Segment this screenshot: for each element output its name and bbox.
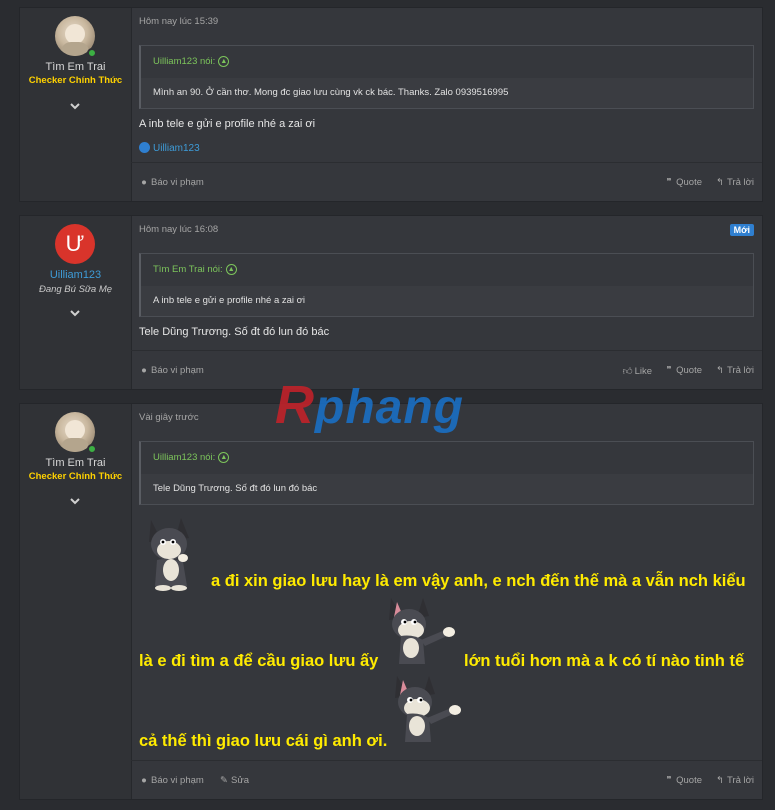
like-reaction-icon [139, 142, 150, 153]
post-main: Hôm nay lúc 16:08 Mới Tìm Em Trai nói: ▲ … [131, 216, 762, 389]
quote-author[interactable]: Uilliam123 nói: ▲ [141, 442, 753, 474]
report-button[interactable]: ● Báo vi phạm [139, 775, 204, 786]
quote-block: Uilliam123 nói: ▲ Mình an 90. Ở cần thơ. … [139, 45, 754, 109]
reply-icon: ↰ [716, 177, 724, 188]
edit-button[interactable]: ✎ Sửa [219, 775, 249, 786]
reply-button[interactable]: ↰ Trả lời [715, 177, 754, 188]
report-icon: ● [141, 365, 147, 376]
reply-button[interactable]: ↰ Trả lời [715, 775, 754, 786]
user-title: Đang Bú Sữa Mẹ [38, 284, 113, 295]
tom-cat-sticker [149, 518, 189, 591]
report-icon: ● [141, 775, 147, 786]
tom-cat-pointing-sticker [389, 598, 455, 664]
chevron-down-icon[interactable] [68, 306, 82, 320]
watermark-logo: R phang [275, 375, 464, 435]
online-status-icon [87, 444, 97, 454]
report-icon: ● [141, 177, 147, 188]
reply-icon: ↰ [716, 775, 724, 786]
quote-block: Tìm Em Trai nói: ▲ A inb tele e gửi e pro… [139, 253, 754, 317]
post-footer: ● Báo vi phạm ❞ Quote ↰ Trả lời [131, 162, 762, 201]
svg-text:R: R [275, 375, 314, 435]
user-panel: Tìm Em Trai Checker Chính Thức [20, 404, 132, 799]
pencil-icon: ✎ [220, 775, 228, 786]
message-line: lớn tuổi hơn mà a k có tí nào tinh tế [464, 652, 745, 670]
post-time[interactable]: Vài giây trước [139, 412, 199, 423]
quote-icon: ❞ [666, 365, 672, 376]
post-message: A inb tele e gửi e profile nhé a zai ơi [139, 118, 316, 130]
reply-button[interactable]: ↰ Trả lời [715, 365, 754, 376]
arrow-up-icon[interactable]: ▲ [225, 263, 237, 275]
thumbs-up-icon: 👍︎ [622, 366, 633, 377]
post: Tìm Em Trai Checker Chính Thức Hôm nay l… [19, 7, 763, 202]
arrow-up-icon[interactable]: ▲ [218, 55, 230, 67]
quote-author[interactable]: Uilliam123 nói: ▲ [141, 46, 753, 78]
user-panel: Tìm Em Trai Checker Chính Thức [20, 8, 132, 201]
post-time[interactable]: Hôm nay lúc 15:39 [139, 16, 218, 27]
reply-icon: ↰ [716, 365, 724, 376]
report-button[interactable]: ● Báo vi phạm [139, 365, 204, 376]
quote-text: Mình an 90. Ở cần thơ. Mong đc giao lưu … [153, 87, 509, 98]
user-panel: Ư Uilliam123 Đang Bú Sữa Mẹ [20, 216, 132, 389]
username[interactable]: Tìm Em Trai [20, 61, 131, 73]
quote-button[interactable]: ❞ Quote [664, 365, 702, 376]
reaction-list[interactable]: Uilliam123 [139, 142, 200, 154]
quote-text: Tele Dũng Trương. Số đt đó lun đó bác [153, 483, 318, 494]
post-time[interactable]: Hôm nay lúc 16:08 [139, 224, 218, 235]
username[interactable]: Uilliam123 [20, 269, 131, 281]
like-button[interactable]: 👍︎ Like [623, 365, 652, 377]
message-line: là e đi tìm a để cầu giao lưu ấy [139, 652, 379, 670]
post: Tìm Em Trai Checker Chính Thức Vài giây … [19, 403, 763, 800]
watermark-text: phang [313, 381, 464, 434]
user-title: Checker Chính Thức [28, 471, 123, 482]
report-button[interactable]: ● Báo vi phạm [139, 177, 204, 188]
user-title: Checker Chính Thức [28, 75, 123, 86]
post-message: Tele Dũng Trương. Số đt đó lun đó bác [139, 326, 330, 338]
arrow-up-icon[interactable]: ▲ [218, 451, 230, 463]
quote-block: Uilliam123 nói: ▲ Tele Dũng Trương. Số đt… [139, 441, 754, 505]
quote-text: A inb tele e gửi e profile nhé a zai ơi [153, 295, 306, 306]
message-line: a đi xin giao lưu hay là em vậy anh, e n… [211, 572, 746, 590]
chevron-down-icon[interactable] [68, 99, 82, 113]
post: Ư Uilliam123 Đang Bú Sữa Mẹ Hôm nay lúc … [19, 215, 763, 390]
quote-icon: ❞ [666, 775, 672, 786]
online-status-icon [87, 48, 97, 58]
quote-icon: ❞ [666, 177, 672, 188]
avatar[interactable]: Ư [55, 224, 95, 264]
new-badge: Mới [729, 224, 754, 236]
quote-author[interactable]: Tìm Em Trai nói: ▲ [141, 254, 753, 286]
post-footer: ● Báo vi phạm ✎ Sửa ❞ Quote ↰ Trả lời [131, 760, 762, 799]
username[interactable]: Tìm Em Trai [20, 457, 131, 469]
tom-cat-pointing-sticker [395, 676, 461, 742]
message-line: cả thế thì giao lưu cái gì anh ơi. [139, 732, 388, 750]
quote-button[interactable]: ❞ Quote [664, 775, 702, 786]
post-main: Hôm nay lúc 15:39 Uilliam123 nói: ▲ Mình … [131, 8, 762, 201]
post-main: Vài giây trước Uilliam123 nói: ▲ Tele Dũn… [131, 404, 762, 799]
chevron-down-icon[interactable] [68, 494, 82, 508]
quote-button[interactable]: ❞ Quote [664, 177, 702, 188]
